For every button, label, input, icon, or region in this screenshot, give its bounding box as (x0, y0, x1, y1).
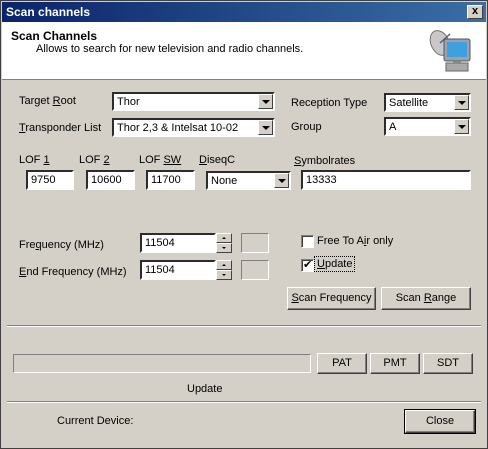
symbolrates-input[interactable]: 13333 (301, 170, 471, 190)
free-to-air-label: Free To Air only (317, 235, 394, 247)
chevron-down-icon (454, 119, 469, 134)
title-bar: Scan channels x (2, 2, 486, 22)
update-checkbox[interactable] (301, 258, 314, 272)
chevron-down-icon (274, 173, 289, 188)
free-to-air-checkbox[interactable] (301, 235, 314, 248)
group-select[interactable]: A (384, 117, 471, 136)
frequency-spinner[interactable] (216, 233, 232, 253)
header-subtitle: Allows to search for new television and … (36, 43, 304, 55)
end-frequency-spinner[interactable] (216, 260, 232, 280)
lof1-input[interactable]: 9750 (26, 170, 74, 190)
current-device-label: Current Device: (57, 415, 134, 427)
chevron-down-icon (258, 120, 273, 135)
end-frequency-input[interactable]: 11504 (140, 260, 216, 280)
frequency-label: Frequency (MHz) (19, 239, 104, 251)
chevron-down-icon (258, 94, 273, 109)
end-frequency-label: End Frequency (MHz) (19, 266, 127, 278)
scan-frequency-button[interactable]: Scan Frequency (287, 287, 376, 310)
status-text: Update (187, 383, 223, 395)
scan-channels-window: Scan channels x Scan Channels Allows to … (0, 0, 488, 449)
reception-type-label: Reception Type (291, 97, 368, 109)
lof2-input[interactable]: 10600 (86, 170, 135, 190)
frequency-input[interactable]: 11504 (140, 233, 216, 253)
end-frequency-indicator (241, 260, 269, 280)
lof2-label: LOF 2 (79, 154, 110, 166)
pmt-button[interactable]: PMT (370, 353, 420, 374)
window-title: Scan channels (6, 5, 91, 19)
arrow-up-icon[interactable] (216, 233, 232, 243)
divider (7, 401, 481, 403)
lof-sw-label: LOF SW (139, 154, 182, 166)
chevron-down-icon (454, 95, 469, 110)
header-title: Scan Channels (11, 29, 98, 43)
scan-range-button[interactable]: Scan Range (381, 287, 471, 310)
transponder-list-label: Transponder List (19, 122, 102, 134)
divider (7, 325, 481, 327)
arrow-down-icon[interactable] (216, 243, 232, 253)
group-label: Group (291, 121, 322, 133)
diseqc-select[interactable]: None (206, 171, 291, 190)
arrow-up-icon[interactable] (216, 260, 232, 270)
close-window-icon[interactable]: x (467, 5, 483, 19)
scan-progress-bar (13, 354, 311, 373)
target-root-label: Target Root (19, 95, 76, 107)
pat-button[interactable]: PAT (317, 353, 367, 374)
target-root-select[interactable]: Thor (112, 92, 275, 111)
transponder-list-select[interactable]: Thor 2,3 & Intelsat 10-02 (112, 118, 275, 137)
monitor-satellite-icon (429, 30, 471, 72)
lof-sw-input[interactable]: 11700 (146, 170, 195, 190)
lof1-label: LOF 1 (19, 154, 50, 166)
update-label: Update (313, 256, 356, 272)
dialog-header: Scan Channels Allows to search for new t… (2, 22, 486, 80)
frequency-indicator (241, 233, 269, 253)
close-button[interactable]: Close (404, 409, 476, 434)
arrow-down-icon[interactable] (216, 270, 232, 280)
sdt-button[interactable]: SDT (423, 353, 473, 374)
symbolrates-label: Symbolrates (294, 155, 356, 167)
reception-type-select[interactable]: Satellite (384, 93, 471, 112)
diseqc-label: DiseqC (199, 154, 236, 166)
